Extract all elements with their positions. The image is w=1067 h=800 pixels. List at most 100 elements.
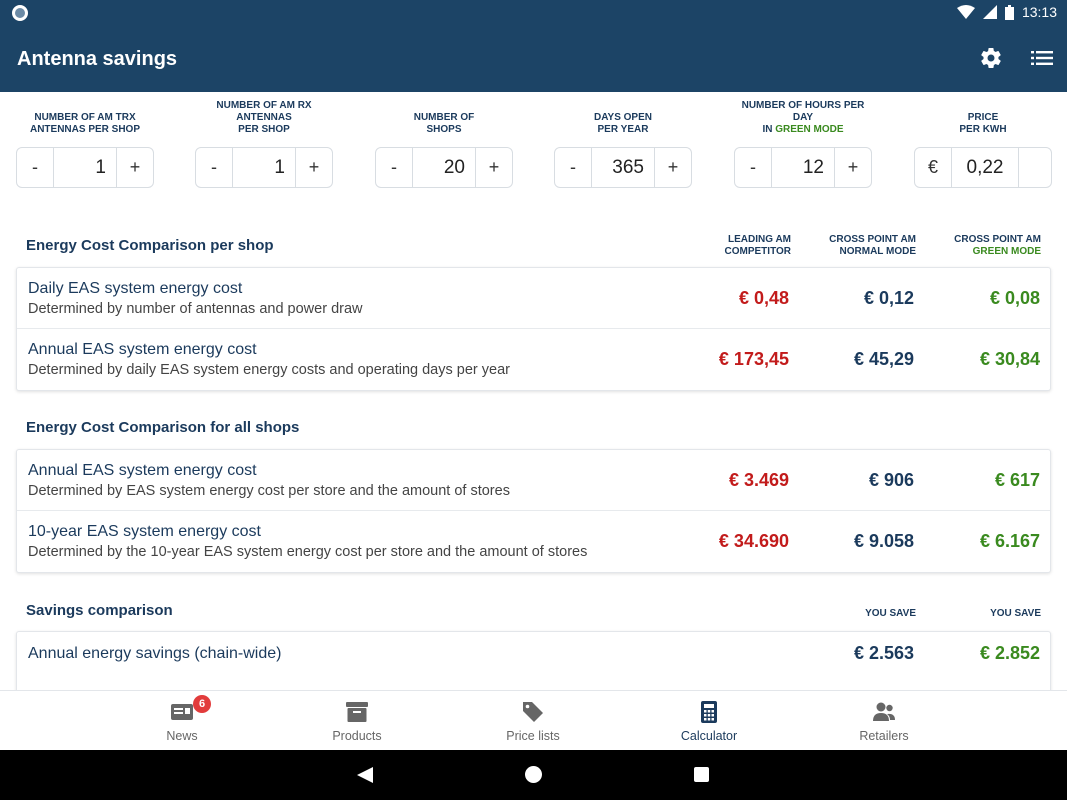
decrement-button[interactable]: - [17,148,53,187]
settings-gear-icon[interactable] [979,46,1003,70]
trx-antennas-stepper: - 1 + [16,147,154,188]
back-icon[interactable] [357,767,373,783]
param-rx-antennas: NUMBER OF AM RX ANTENNAS PER SHOP - 1 + [195,92,333,188]
table-row: 10-year EAS system energy cost Determine… [17,511,1050,572]
column-header-normal-mode: CROSS POINT AM NORMAL MODE [786,234,916,258]
app-title: Antenna savings [17,48,178,70]
all-shops-card: Annual EAS system energy cost Determined… [16,449,1051,573]
trx-antennas-input[interactable]: 1 [53,148,117,187]
row-title: Annual energy savings (chain-wide) [28,645,282,662]
column-header-green-mode: CROSS POINT AM GREEN MODE [911,234,1041,258]
param-label: NUMBER OF SHOPS [375,92,513,138]
section-title-savings: Savings comparison [26,602,173,619]
param-days-open: DAYS OPEN PER YEAR - 365 + [554,92,692,188]
section-title-per-shop: Energy Cost Comparison per shop [26,237,274,254]
home-icon[interactable] [525,766,542,783]
label-line: IN GREEN MODE [734,124,872,136]
green-mode-value: € 30,84 [979,349,1040,369]
row-title: 10-year EAS system energy cost [28,523,261,540]
decrement-button[interactable]: - [376,148,412,187]
shops-stepper: - 20 + [375,147,513,188]
param-hours-green-mode: NUMBER OF HOURS PER DAY IN GREEN MODE - … [734,92,872,188]
notification-icon [12,5,28,21]
normal-mode-value: € 9.058 [853,531,914,551]
param-label: NUMBER OF AM TRX ANTENNAS PER SHOP [16,92,154,138]
label-line: PER YEAR [597,124,649,135]
nav-products[interactable]: Products [302,691,412,751]
normal-mode-value: € 0,12 [863,288,914,308]
green-mode-label: GREEN MODE [775,124,844,135]
competitor-value: € 34.690 [718,531,789,551]
green-mode-value: € 6.167 [979,531,1040,551]
label-line: PER KWH [959,124,1007,135]
price-input[interactable]: 0,22 [951,148,1019,187]
label-line: PRICE [967,112,999,123]
nav-label: Retailers [859,729,909,743]
per-shop-card: Daily EAS system energy cost Determined … [16,267,1051,391]
increment-button[interactable]: + [296,148,332,187]
label-line: NUMBER OF HOURS PER DAY [741,100,865,123]
days-open-input[interactable]: 365 [591,148,655,187]
nav-calculator[interactable]: Calculator [654,691,764,751]
table-row: Annual EAS system energy cost Determined… [17,329,1050,390]
decrement-button[interactable]: - [555,148,591,187]
competitor-value: € 0,48 [738,288,789,308]
increment-button[interactable]: + [117,148,153,187]
label-line: SHOPS [426,124,462,135]
competitor-value: € 173,45 [718,349,789,369]
table-row: Daily EAS system energy cost Determined … [17,268,1050,329]
recent-apps-icon[interactable] [694,767,709,782]
label-line: NUMBER OF AM RX [216,100,312,111]
column-header-you-save-green: YOU SAVE [990,608,1041,619]
decrement-button[interactable]: - [196,148,232,187]
nav-label: Products [332,729,382,743]
rx-antennas-stepper: - 1 + [195,147,333,188]
normal-mode-value: € 45,29 [853,349,914,369]
label-line: PER SHOP [238,124,290,135]
row-subtitle: Determined by the 10-year EAS system ene… [28,544,588,560]
green-mode-savings: € 2.852 [979,643,1040,663]
row-subtitle: Determined by number of antennas and pow… [28,301,363,317]
label-line: ANTENNAS [236,112,292,123]
price-field-end [1019,148,1051,187]
nav-price-lists[interactable]: Price lists [478,691,588,751]
decrement-button[interactable]: - [735,148,771,187]
rx-antennas-input[interactable]: 1 [232,148,296,187]
column-header-you-save: YOU SAVE [865,608,916,619]
row-subtitle: Determined by daily EAS system energy co… [28,362,510,378]
calculator-icon [701,701,717,723]
increment-button[interactable]: + [655,148,691,187]
hours-input[interactable]: 12 [771,148,835,187]
row-subtitle: Determined by EAS system energy cost per… [28,483,510,499]
green-mode-value: € 617 [994,470,1040,490]
status-icons: 13:13 [956,4,1057,20]
price-field: € 0,22 [914,147,1052,188]
nav-news[interactable]: 6 News [127,691,237,751]
nav-label: News [166,729,198,743]
param-label: PRICE PER KWH [914,92,1052,138]
increment-button[interactable]: + [835,148,871,187]
increment-button[interactable]: + [476,148,512,187]
label-prefix: IN [762,124,776,135]
column-header-line: COMPETITOR [724,246,791,257]
column-header-competitor: LEADING AM COMPETITOR [661,234,791,258]
users-icon [873,702,895,721]
param-trx-antennas: NUMBER OF AM TRX ANTENNAS PER SHOP - 1 + [16,92,154,188]
list-icon[interactable] [1031,48,1053,68]
signal-icon [982,5,997,19]
battery-icon [1004,4,1014,20]
row-title: Annual EAS system energy cost [28,341,257,358]
row-title: Daily EAS system energy cost [28,280,243,297]
shops-input[interactable]: 20 [412,148,476,187]
nav-retailers[interactable]: Retailers [829,691,939,751]
green-mode-value: € 0,08 [989,288,1040,308]
label-line: NUMBER OF [413,112,475,123]
row-title: Annual EAS system energy cost [28,462,257,479]
nav-label: Calculator [680,729,738,743]
normal-mode-savings: € 2.563 [853,643,914,663]
system-navigation-bar [0,750,1067,800]
label-line: ANTENNAS PER SHOP [29,124,140,135]
section-title-all-shops: Energy Cost Comparison for all shops [26,419,300,436]
box-icon [346,702,368,722]
column-header-line: CROSS POINT AM [829,234,916,245]
